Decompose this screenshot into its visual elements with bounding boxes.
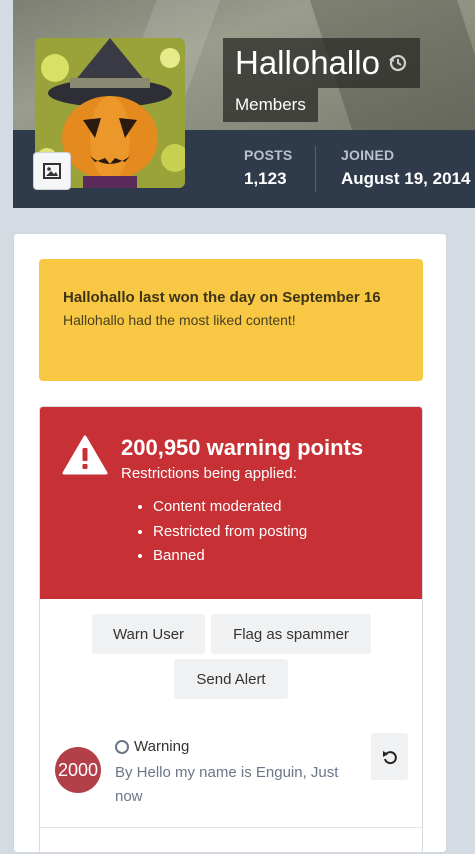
- circle-icon: [115, 739, 129, 754]
- stat-value: August 19, 2014: [341, 169, 471, 188]
- warning-summary: 200,950 warning points Restrictions bein…: [40, 407, 422, 599]
- restriction-item: Restricted from posting: [153, 520, 307, 545]
- stat-divider: [315, 146, 316, 192]
- member-group-box: Members: [223, 88, 318, 122]
- history-icon[interactable]: [388, 53, 408, 73]
- revoke-warning-button[interactable]: [371, 733, 408, 780]
- change-cover-photo-button[interactable]: [33, 152, 71, 190]
- warnings-panel: 200,950 warning points Restrictions bein…: [39, 406, 423, 854]
- profile-cover: Hallohallo Members POSTS 1,123 JOINED Au…: [13, 0, 475, 208]
- warning-points-badge: 2000: [55, 747, 101, 793]
- warning-points: 200,950 warning points: [121, 435, 364, 460]
- username: Hallohallo: [235, 44, 380, 81]
- stat-value: 1,123: [244, 169, 287, 188]
- warning-entry-title[interactable]: Warning: [115, 738, 189, 755]
- stat-joined: JOINED August 19, 2014: [341, 147, 470, 189]
- day-winner-title: Hallohallo last won the day on September…: [63, 289, 381, 306]
- image-icon: [43, 163, 61, 179]
- warning-entry-label[interactable]: Warning: [134, 738, 189, 755]
- divider: [40, 827, 422, 828]
- member-group: Members: [235, 95, 306, 114]
- profile-sidebar-card: Hallohallo last won the day on September…: [13, 233, 447, 854]
- stat-label: JOINED: [341, 147, 395, 163]
- day-winner-box: Hallohallo last won the day on September…: [39, 259, 423, 381]
- send-alert-button[interactable]: Send Alert: [174, 659, 288, 699]
- restrictions-list: Content moderated Restricted from postin…: [135, 495, 307, 569]
- warn-user-button[interactable]: Warn User: [92, 614, 205, 654]
- restriction-item: Content moderated: [153, 495, 307, 520]
- warning-triangle-icon: [62, 435, 108, 475]
- flag-spammer-button[interactable]: Flag as spammer: [211, 614, 371, 654]
- stat-label: POSTS: [244, 147, 293, 163]
- restrictions-label: Restrictions being applied:: [121, 465, 297, 482]
- undo-icon: [382, 750, 397, 764]
- username-box: Hallohallo: [223, 38, 420, 88]
- warning-entry-byline: By Hello my name is Enguin, Just now: [115, 764, 339, 805]
- stat-posts: POSTS 1,123: [244, 147, 292, 189]
- day-winner-subtitle: Hallohallo had the most liked content!: [63, 312, 296, 328]
- restriction-item: Banned: [153, 544, 307, 569]
